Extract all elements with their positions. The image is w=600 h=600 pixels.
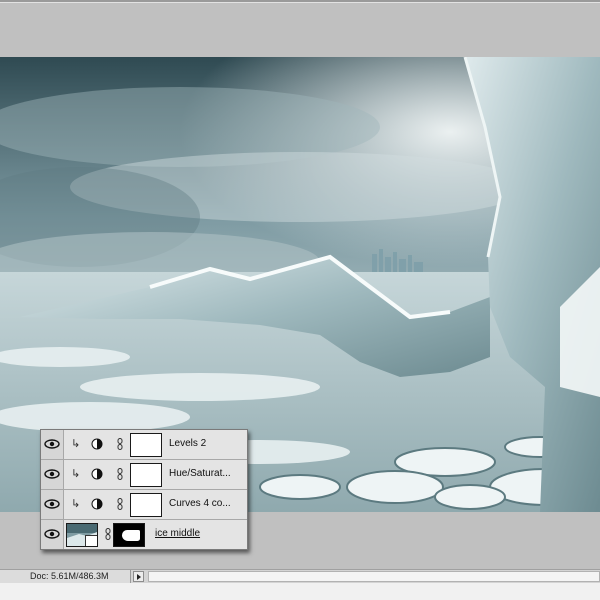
visibility-toggle[interactable]	[41, 460, 64, 489]
half-circle-adjustment-icon	[91, 438, 103, 450]
layer-row-hue-saturation[interactable]: ↳ Hue/Saturat...	[41, 460, 247, 490]
window-top-highlight	[0, 2, 600, 3]
layer-name[interactable]: Curves 4 co...	[169, 498, 245, 509]
layer-row-levels[interactable]: ↳ Levels 2	[41, 430, 247, 460]
layers-panel: ↳ Levels 2 ↳ Hue/Saturat... ↳ Curves 4 c…	[40, 429, 248, 550]
document-size-readout: Doc: 5.61M/486.3M	[0, 570, 131, 583]
half-circle-adjustment-icon	[91, 468, 103, 480]
clipping-arrow-icon: ↳	[71, 498, 81, 510]
layer-mask-thumbnail[interactable]	[130, 463, 162, 487]
layer-mask-thumbnail[interactable]	[130, 493, 162, 517]
eye-icon	[44, 499, 60, 509]
eye-icon	[44, 529, 60, 539]
visibility-toggle[interactable]	[41, 490, 64, 519]
mask-shape	[122, 530, 140, 541]
layer-mask-thumbnail[interactable]	[130, 433, 162, 457]
clipping-arrow-icon: ↳	[71, 468, 81, 480]
eye-icon	[44, 439, 60, 449]
smart-object-badge-icon	[85, 535, 97, 546]
status-menu-arrow-icon[interactable]	[133, 571, 144, 582]
layer-name[interactable]: Hue/Saturat...	[169, 468, 245, 479]
layer-name[interactable]: Levels 2	[169, 438, 245, 449]
layer-row-ice-middle[interactable]: ice middle	[41, 520, 247, 549]
status-bar: Doc: 5.61M/486.3M	[0, 569, 600, 583]
visibility-toggle[interactable]	[41, 520, 64, 549]
chain-link-icon[interactable]	[117, 468, 123, 480]
chain-link-icon[interactable]	[117, 498, 123, 510]
horizontal-scrollbar[interactable]	[148, 571, 600, 582]
half-circle-adjustment-icon	[91, 498, 103, 510]
layer-row-curves[interactable]: ↳ Curves 4 co...	[41, 490, 247, 520]
chain-link-icon[interactable]	[117, 438, 123, 450]
layer-mask-thumbnail[interactable]	[113, 523, 145, 547]
clipping-arrow-icon: ↳	[71, 438, 81, 450]
visibility-toggle[interactable]	[41, 430, 64, 459]
window-bottom-area	[0, 583, 600, 600]
layer-name[interactable]: ice middle	[155, 528, 231, 539]
layer-image-thumbnail[interactable]	[66, 523, 98, 547]
chain-link-icon[interactable]	[105, 528, 111, 540]
eye-icon	[44, 469, 60, 479]
